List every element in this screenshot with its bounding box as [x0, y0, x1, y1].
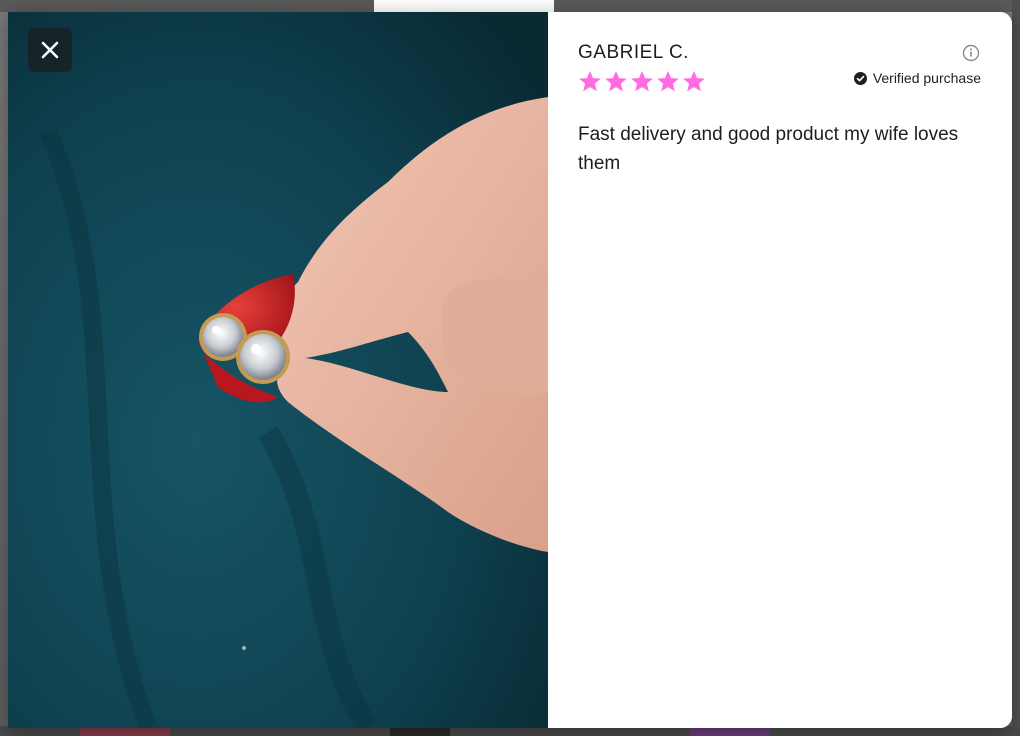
- close-button[interactable]: [28, 28, 72, 72]
- review-photo[interactable]: [8, 12, 548, 728]
- star-icon: [605, 71, 627, 92]
- star-icon: [579, 71, 601, 92]
- review-text: Fast delivery and good product my wife l…: [578, 124, 959, 174]
- review-photo-image: [8, 12, 548, 728]
- backdrop-top-bar: [0, 0, 1020, 12]
- review-modal: GABRIEL C. Verified purchase Fast delive…: [8, 12, 1012, 728]
- review-details: GABRIEL C. Verified purchase Fast delive…: [548, 12, 1012, 728]
- star-rating: [578, 70, 706, 93]
- star-icon: [657, 71, 679, 92]
- verified-purchase-badge: Verified purchase: [853, 70, 981, 86]
- backdrop-strip: [374, 0, 554, 12]
- star-icon: [631, 71, 653, 92]
- star-icon: [683, 71, 705, 92]
- close-icon: [41, 41, 59, 59]
- backdrop-right-edge: [1012, 0, 1020, 736]
- info-icon[interactable]: [962, 44, 980, 62]
- reviewer-name: GABRIEL C.: [578, 42, 689, 63]
- verified-label: Verified purchase: [872, 70, 981, 86]
- check-circle-icon: [853, 71, 867, 85]
